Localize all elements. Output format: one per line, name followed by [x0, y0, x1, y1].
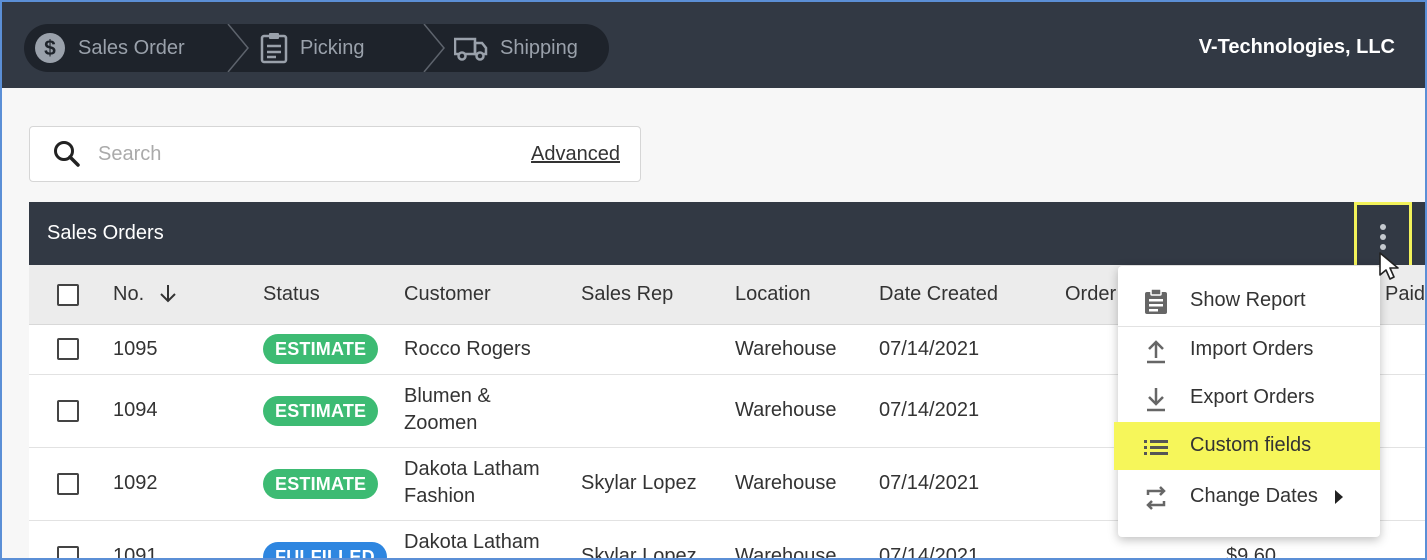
column-header-customer[interactable]: Customer — [404, 283, 491, 306]
status-badge: ESTIMATE — [263, 334, 379, 364]
more-vert-icon — [1380, 224, 1386, 250]
advanced-search-link[interactable]: Advanced — [531, 143, 620, 166]
clipboard-icon — [260, 32, 288, 64]
step-shipping[interactable]: Shipping — [454, 24, 578, 72]
column-header-location[interactable]: Location — [735, 283, 811, 306]
column-header-date-created[interactable]: Date Created — [879, 283, 998, 306]
row-checkbox[interactable] — [57, 473, 79, 495]
paid-amount: $9.60 — [1226, 545, 1277, 560]
customer-name: Dakota Latham Fashion — [404, 458, 540, 507]
step-label: Picking — [300, 36, 365, 59]
menu-item-change-dates[interactable]: Change Dates — [1118, 473, 1380, 521]
sales-orders-header: Sales Orders — [29, 202, 1425, 282]
company-name: V-Technologies, LLC — [1198, 36, 1395, 58]
list-icon — [1144, 434, 1168, 465]
upload-icon — [1144, 338, 1168, 369]
date-created: 07/14/2021 — [879, 545, 980, 560]
svg-text:$: $ — [44, 37, 56, 60]
column-header-paid[interactable]: Paid — [1385, 283, 1425, 306]
row-checkbox[interactable] — [57, 546, 79, 560]
location: Warehouse — [735, 545, 837, 560]
row-checkbox[interactable] — [57, 338, 79, 360]
date-created: 07/14/2021 — [879, 399, 980, 421]
step-label: Sales Order — [78, 36, 185, 59]
column-header-order[interactable]: Order — [1065, 283, 1116, 306]
order-number: 1094 — [113, 399, 158, 421]
order-number: 1095 — [113, 338, 158, 360]
status-badge: ESTIMATE — [263, 396, 379, 426]
location: Warehouse — [735, 472, 837, 494]
menu-item-show-report[interactable]: Show Report — [1118, 277, 1380, 325]
search-input[interactable] — [98, 137, 518, 171]
mouse-cursor-icon — [1379, 252, 1399, 280]
customer-name: Rocco Rogers — [404, 338, 531, 360]
customer-name: Dakota Latham — [404, 531, 540, 553]
menu-item-import-orders[interactable]: Import Orders — [1118, 326, 1380, 374]
report-icon — [1144, 288, 1168, 320]
download-icon — [1144, 386, 1168, 417]
location: Warehouse — [735, 399, 837, 421]
more-options-menu: Show Report Import Orders Export Orders … — [1114, 266, 1380, 537]
top-bar: $ Sales Order Picking Shipping V-Technol… — [2, 2, 1425, 88]
status-badge: FULFILLED — [263, 542, 387, 560]
date-created: 07/14/2021 — [879, 338, 980, 360]
step-sales-order[interactable]: $ Sales Order — [34, 24, 185, 72]
search-bar: Advanced — [29, 126, 641, 182]
swap-icon — [1144, 485, 1168, 516]
arrow-down-icon — [159, 285, 176, 303]
status-badge: ESTIMATE — [263, 469, 379, 499]
dollar-circle-icon: $ — [34, 32, 66, 64]
date-created: 07/14/2021 — [879, 472, 980, 494]
chevron-separator — [227, 24, 249, 72]
search-icon[interactable] — [52, 139, 82, 174]
menu-item-export-orders[interactable]: Export Orders — [1118, 374, 1380, 422]
workflow-steps: $ Sales Order Picking Shipping — [24, 24, 609, 72]
order-number: 1092 — [113, 472, 158, 494]
truck-icon — [454, 34, 488, 62]
column-header-no[interactable]: No. — [113, 283, 178, 306]
customer-name: Blumen & Zoomen — [404, 385, 491, 434]
chevron-separator — [423, 24, 445, 72]
column-header-sales-rep[interactable]: Sales Rep — [581, 283, 673, 306]
menu-item-custom-fields[interactable]: Custom fields — [1114, 422, 1380, 470]
column-header-status[interactable]: Status — [263, 283, 320, 306]
order-number: 1091 — [113, 545, 158, 560]
step-label: Shipping — [500, 36, 578, 59]
sales-rep: Skylar Lopez — [581, 545, 697, 560]
select-all-checkbox[interactable] — [57, 284, 79, 306]
row-checkbox[interactable] — [57, 400, 79, 422]
caret-right-icon — [1335, 490, 1343, 504]
step-picking[interactable]: Picking — [260, 24, 364, 72]
location: Warehouse — [735, 338, 837, 360]
panel-title: Sales Orders — [47, 222, 164, 244]
sales-rep: Skylar Lopez — [581, 472, 697, 494]
